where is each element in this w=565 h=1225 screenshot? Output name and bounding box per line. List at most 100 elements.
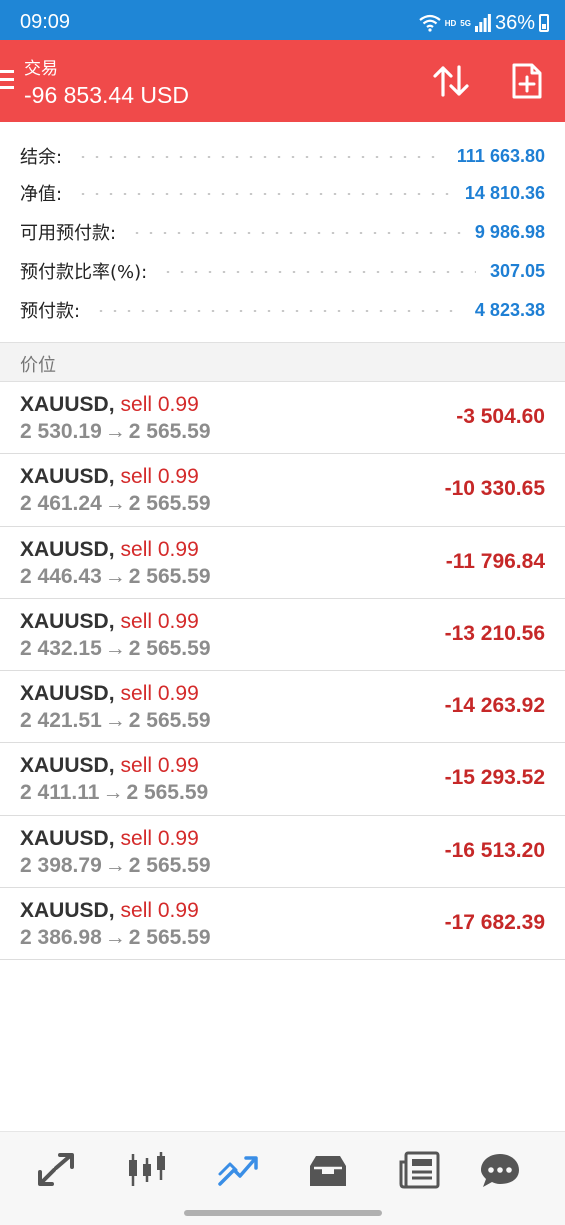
home-indicator[interactable] <box>184 1210 382 1216</box>
position-profit: -14 263.92 <box>444 694 545 718</box>
arrow-right-icon: → <box>102 781 124 805</box>
position-symbol: XAUUSD <box>20 393 109 416</box>
news-icon[interactable] <box>398 1150 442 1190</box>
positions-list: XAUUSD, sell 0.99 2 530.19 → 2 565.59 -3 50… <box>0 382 565 961</box>
trade-icon[interactable] <box>216 1150 260 1190</box>
position-symbol: XAUUSD <box>20 465 109 489</box>
summary-value: 307.05 <box>489 260 545 281</box>
summary-label: 预付款比率(%): <box>20 262 148 283</box>
status-time: 09:09 <box>20 11 71 33</box>
quotes-icon[interactable] <box>34 1150 78 1190</box>
arrow-right-icon: → <box>104 636 126 660</box>
dotted-leader <box>94 310 461 312</box>
summary-value: 9 986.98 <box>474 221 545 242</box>
arrow-right-icon: → <box>104 492 126 516</box>
open-price: 2 386.98 <box>20 926 102 950</box>
network-label: HD <box>444 18 457 28</box>
summary-value: 111 663.80 <box>456 145 545 166</box>
dotted-leader <box>76 193 451 195</box>
status-bar: 09:09 HD 5G 36% <box>0 0 565 40</box>
current-price: 2 565.59 <box>128 420 211 443</box>
summary-value: 4 823.38 <box>474 299 545 320</box>
position-row[interactable]: XAUUSD, sell 0.99 2 530.19 → 2 565.59 -3 50… <box>0 382 565 455</box>
position-row[interactable]: XAUUSD, sell 0.99 2 421.51 → 2 565.59 -14 2… <box>0 671 565 744</box>
position-profit: -3 504.60 <box>456 405 545 428</box>
position-profit: -13 210.56 <box>444 621 545 645</box>
position-symbol: XAUUSD <box>20 609 109 633</box>
current-price: 2 565.59 <box>128 926 211 950</box>
position-row[interactable]: XAUUSD, sell 0.99 2 432.15 → 2 565.59 -13 2… <box>0 598 565 672</box>
open-price: 2 530.19 <box>20 420 102 443</box>
current-price: 2 565.59 <box>126 781 209 805</box>
position-profit: -17 682.39 <box>444 911 545 935</box>
arrow-right-icon: → <box>104 564 126 588</box>
summary-row-balance: 结余: 111 663.80 <box>20 141 545 171</box>
current-price: 2 565.59 <box>128 709 211 733</box>
new-order-icon[interactable] <box>511 62 543 100</box>
summary-row-margin: 预付款: 4 823.38 <box>20 295 545 325</box>
current-price: 2 565.59 <box>128 492 211 516</box>
open-price: 2 446.43 <box>20 564 102 588</box>
summary-label: 可用预付款: <box>20 223 117 244</box>
position-side: sell 0.99 <box>120 754 199 778</box>
position-symbol: XAUUSD <box>20 682 109 706</box>
position-row[interactable]: XAUUSD, sell 0.99 2 386.98 → 2 565.59 -17 6… <box>0 888 565 961</box>
positions-section-header: 价位 <box>0 342 565 382</box>
dotted-leader <box>130 232 461 234</box>
position-row[interactable]: XAUUSD, sell 0.99 2 398.79 → 2 565.59 -16 5… <box>0 815 565 889</box>
position-symbol: XAUUSD <box>20 754 109 778</box>
section-title: 价位 <box>20 355 56 376</box>
battery-icon <box>539 14 549 32</box>
position-side: sell 0.99 <box>120 682 199 706</box>
messages-icon[interactable] <box>478 1150 522 1190</box>
position-side: sell 0.99 <box>120 537 199 561</box>
position-profit: -11 796.84 <box>445 549 545 573</box>
open-price: 2 411.11 <box>20 781 100 805</box>
signal-icon <box>474 14 491 32</box>
history-icon[interactable] <box>306 1150 350 1190</box>
position-side: sell 0.99 <box>120 899 199 923</box>
position-profit: -10 330.65 <box>444 477 545 501</box>
sort-icon[interactable] <box>432 62 470 100</box>
position-side: sell 0.99 <box>120 465 199 489</box>
account-summary: 结余: 111 663.80 净值: 14 810.36 可用预付款: 9 98… <box>0 122 565 342</box>
summary-value: 14 810.36 <box>464 182 545 203</box>
position-profit: -16 513.20 <box>444 838 545 862</box>
current-price: 2 565.59 <box>128 853 211 877</box>
arrow-right-icon: → <box>104 853 126 877</box>
open-price: 2 461.24 <box>20 492 102 516</box>
wifi-icon <box>419 14 441 32</box>
summary-row-free-margin: 可用预付款: 9 986.98 <box>20 217 545 247</box>
open-price: 2 398.79 <box>20 853 102 877</box>
summary-label: 结余: <box>20 147 63 168</box>
position-side: sell 0.99 <box>120 609 199 633</box>
summary-label: 净值: <box>20 184 63 205</box>
summary-row-equity: 净值: 14 810.36 <box>20 178 545 208</box>
summary-label: 预付款: <box>20 301 81 322</box>
open-price: 2 432.15 <box>20 636 102 660</box>
position-side: sell 0.99 <box>120 393 199 416</box>
arrow-right-icon: → <box>104 420 126 443</box>
position-symbol: XAUUSD <box>20 537 109 561</box>
position-row[interactable]: XAUUSD, sell 0.99 2 446.43 → 2 565.59 -11 7… <box>0 526 565 599</box>
arrow-right-icon: → <box>104 709 126 733</box>
battery-percent: 36% <box>494 11 535 34</box>
chart-icon[interactable] <box>125 1150 169 1190</box>
menu-icon[interactable] <box>0 70 14 90</box>
floating-profit: -96 853.44 USD <box>24 82 189 108</box>
position-row[interactable]: XAUUSD, sell 0.99 2 461.24 → 2 565.59 -10 3… <box>0 454 565 527</box>
signal-label: 5G <box>460 18 471 28</box>
position-symbol: XAUUSD <box>20 899 109 923</box>
current-price: 2 565.59 <box>128 636 211 660</box>
position-side: sell 0.99 <box>120 826 199 850</box>
dotted-leader <box>161 271 476 273</box>
arrow-right-icon: → <box>104 926 126 950</box>
position-row[interactable]: XAUUSD, sell 0.99 2 411.11 → 2 565.59 -15 2… <box>0 743 565 816</box>
status-indicators: HD 5G 36% <box>419 12 549 34</box>
position-profit: -15 293.52 <box>444 766 545 790</box>
current-price: 2 565.59 <box>128 564 211 588</box>
summary-row-margin-level: 预付款比率(%): 307.05 <box>20 256 545 286</box>
position-symbol: XAUUSD <box>20 826 109 850</box>
open-price: 2 421.51 <box>20 709 102 733</box>
dotted-leader <box>76 156 443 158</box>
